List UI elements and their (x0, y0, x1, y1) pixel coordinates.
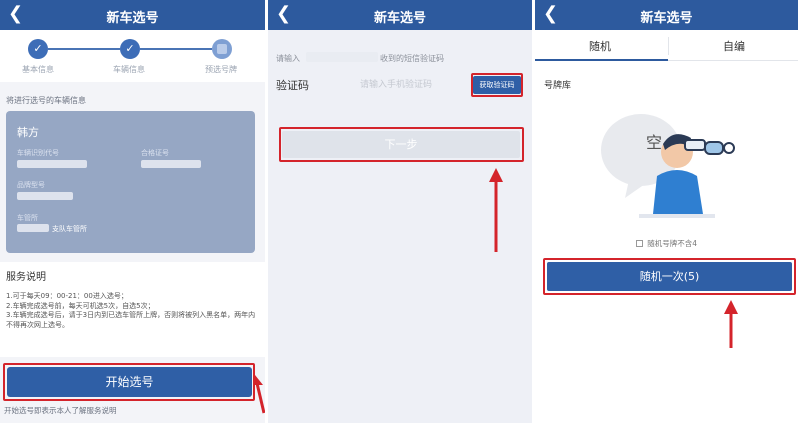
empty-pool-illustration (601, 114, 735, 218)
owner-name: 韩方 (17, 126, 39, 139)
step-done-check-icon: ✓ (120, 39, 140, 59)
vehicle-info-hint: 将进行选号的车辆信息 (6, 96, 86, 105)
step-label: 车辆信息 (113, 65, 145, 74)
redacted-phone (306, 52, 378, 62)
tab-random[interactable]: 随机 (589, 38, 611, 54)
top-bar: ❮ 新车选号 (268, 0, 532, 30)
redacted-vin (17, 160, 87, 168)
service-notes: 服务说明 1.可于每天09：00-21：00进入选号； 2.车辆完成选号前，每天… (0, 262, 265, 357)
top-bar: ❮ 新车选号 (535, 0, 798, 30)
top-bar: ❮ 新车选号 (0, 0, 265, 30)
step-label: 基本信息 (22, 65, 54, 74)
vehicle-info-card: 韩方 车辆识别代号 合格证号 品牌型号 车管所 支队车管所 (6, 111, 255, 253)
stepper-line (140, 48, 212, 50)
red-arrow-icon (724, 300, 738, 348)
page-title: 新车选号 (106, 11, 159, 26)
redacted-dept (17, 224, 49, 232)
random-rule-note: 随机号牌不含4 (535, 238, 798, 249)
screen-random-plate: ❮ 新车选号 随机 自编 号牌库 空 随机号牌不含4 随机一次(5) (535, 0, 798, 423)
random-rule-text: 随机号牌不含4 (647, 239, 698, 248)
red-arrow-icon (489, 168, 503, 252)
progress-stepper: ✓ ✓ 基本信息 车辆信息 预选号牌 (0, 30, 265, 82)
screenshot-root: ❮ 新车选号 ✓ ✓ 基本信息 车辆信息 预选号牌 将进行选号的车辆信息 韩方 … (0, 0, 798, 423)
certificate-label: 合格证号 (141, 149, 169, 157)
sms-hint-suffix: 收到的短信验证码 (380, 54, 444, 63)
agreement-note: 开始选号即表示本人了解服务说明 (4, 406, 117, 415)
next-step-button[interactable]: 下一步 (282, 131, 520, 158)
step-label: 预选号牌 (205, 65, 237, 74)
service-note-line: 3.车辆完成选号后，请于3日内到已选车管所上牌，否则将被列入黑名单，两年内不得再… (6, 311, 256, 329)
redacted-certificate (141, 160, 201, 168)
step-pending-icon (212, 39, 232, 59)
active-tab-indicator (535, 59, 668, 61)
service-notes-title: 服务说明 (6, 272, 46, 283)
dept-label: 车管所 (17, 214, 38, 222)
vin-label: 车辆识别代号 (17, 149, 59, 157)
random-once-button[interactable]: 随机一次(5) (547, 262, 792, 291)
service-notes-text: 1.可于每天09：00-21：00进入选号； 2.车辆完成选号前，每天可机选5次… (6, 292, 261, 330)
plate-pool-label: 号牌库 (544, 81, 572, 91)
service-note-line: 1.可于每天09：00-21：00进入选号； (6, 292, 128, 300)
dept-value: 支队车管所 (52, 225, 87, 233)
empty-bubble-text: 空 (646, 133, 663, 152)
step-done-check-icon: ✓ (28, 39, 48, 59)
redacted-model (17, 192, 73, 200)
tab-divider (668, 37, 669, 55)
verification-code-label: 验证码 (276, 79, 309, 92)
screen-plate-selection-info: ❮ 新车选号 ✓ ✓ 基本信息 车辆信息 预选号牌 将进行选号的车辆信息 韩方 … (0, 0, 265, 423)
checkbox-icon (635, 240, 643, 247)
page-title: 新车选号 (640, 11, 693, 26)
screen-sms-verification: ❮ 新车选号 请输入 收到的短信验证码 验证码 获取验证码 下一步 (268, 0, 532, 423)
tab-custom[interactable]: 自编 (723, 38, 745, 54)
sms-hint-prefix: 请输入 (276, 54, 300, 63)
stepper-line (48, 48, 120, 50)
get-code-button[interactable]: 获取验证码 (473, 76, 521, 94)
start-selection-button[interactable]: 开始选号 (7, 367, 252, 397)
verification-code-input[interactable] (360, 78, 470, 92)
page-title: 新车选号 (373, 11, 426, 26)
red-arrow-icon (255, 375, 265, 414)
model-label: 品牌型号 (17, 181, 45, 189)
mode-tabs: 随机 自编 (535, 30, 798, 61)
service-note-line: 2.车辆完成选号前，每天可机选5次，自选5次； (6, 301, 155, 310)
